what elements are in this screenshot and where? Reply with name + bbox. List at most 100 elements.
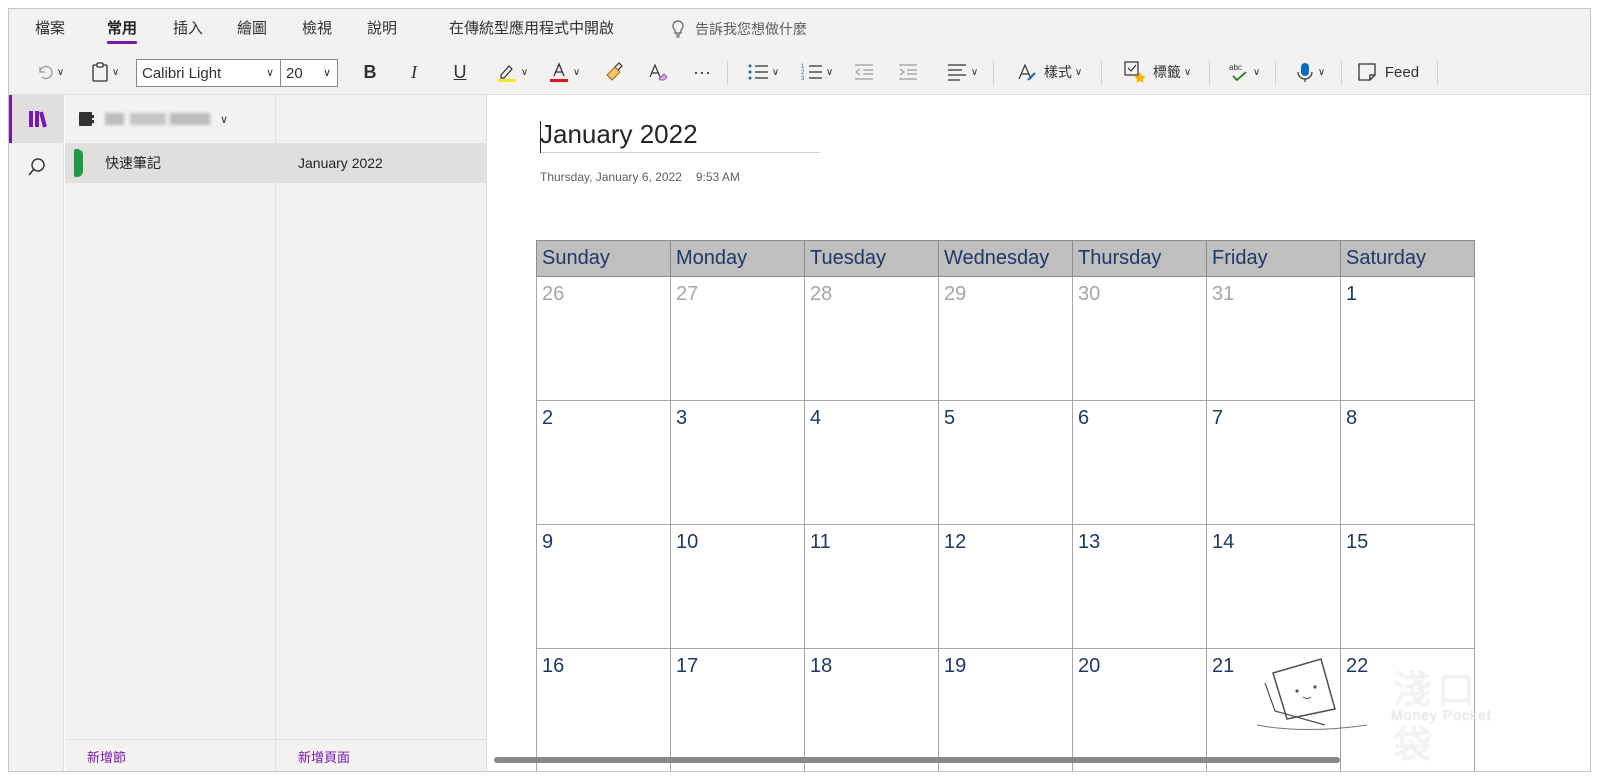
section-item-quick-notes[interactable]: 快速筆記 bbox=[65, 143, 276, 183]
calendar-day-cell[interactable]: 14 bbox=[1206, 524, 1341, 649]
calendar-day-cell[interactable]: 30 bbox=[1072, 276, 1207, 401]
notebook-switcher[interactable]: ∨ bbox=[65, 95, 487, 143]
font-color-button[interactable]: ∨ bbox=[543, 57, 585, 87]
numbering-button[interactable]: 123 ∨ bbox=[795, 57, 839, 87]
alignment-button[interactable]: ∨ bbox=[939, 57, 985, 87]
highlight-button[interactable]: ∨ bbox=[491, 57, 533, 87]
calendar-day-cell[interactable]: 20 bbox=[1072, 648, 1207, 771]
chevron-down-icon: ∨ bbox=[1252, 66, 1261, 78]
svg-text:abc: abc bbox=[1229, 63, 1242, 72]
calendar-day-cell[interactable]: 31 bbox=[1206, 276, 1341, 401]
tab-view[interactable]: 檢視 bbox=[302, 17, 332, 38]
calendar-day-cell[interactable]: 13 bbox=[1072, 524, 1207, 649]
add-page-button[interactable]: 新增頁面 bbox=[276, 739, 486, 771]
notebooks-icon bbox=[29, 111, 47, 128]
more-options-button[interactable]: ··· bbox=[687, 57, 717, 87]
spell-check-icon: abc bbox=[1229, 63, 1247, 82]
font-name-select[interactable]: Calibri Light ∨ bbox=[136, 59, 281, 87]
tags-button[interactable]: 標籤 ∨ bbox=[1113, 57, 1201, 87]
calendar-day-cell[interactable]: 8 bbox=[1340, 400, 1475, 525]
chevron-down-icon: ∨ bbox=[572, 66, 581, 78]
text-cursor bbox=[540, 121, 541, 153]
calendar-day-cell[interactable]: 6 bbox=[1072, 400, 1207, 525]
chevron-down-icon: ∨ bbox=[520, 66, 529, 78]
calendar-day-cell[interactable]: 28 bbox=[804, 276, 939, 401]
decrease-indent-button[interactable] bbox=[849, 57, 879, 87]
chevron-down-icon: ∨ bbox=[1074, 66, 1083, 78]
calendar-day-cell[interactable]: 4 bbox=[804, 400, 939, 525]
tell-me-search[interactable]: 告訴我您想做什麼 bbox=[671, 19, 807, 39]
weekday-header[interactable]: Sunday bbox=[536, 240, 671, 277]
tags-label: 標籤 bbox=[1152, 64, 1181, 80]
weekday-header[interactable]: Monday bbox=[670, 240, 805, 277]
calendar-day-cell[interactable]: 15 bbox=[1340, 524, 1475, 649]
add-section-button[interactable]: 新增節 bbox=[65, 739, 275, 771]
notebook-icon bbox=[79, 112, 94, 126]
calendar-day-cell[interactable]: 3 bbox=[670, 400, 805, 525]
calendar-day-cell[interactable]: 19 bbox=[938, 648, 1073, 771]
toolbar-separator bbox=[1275, 61, 1276, 85]
bold-button[interactable]: B bbox=[355, 57, 385, 87]
horizontal-scrollbar[interactable] bbox=[494, 757, 1340, 763]
calendar-day-cell[interactable]: 5 bbox=[938, 400, 1073, 525]
tab-draw[interactable]: 繪圖 bbox=[237, 17, 267, 38]
chevron-down-icon: ∨ bbox=[265, 67, 274, 79]
chevron-down-icon: ∨ bbox=[825, 66, 834, 78]
page-timestamp: Thursday, January 6, 2022 9:53 AM bbox=[540, 170, 740, 184]
calendar-day-cell[interactable]: 1 bbox=[1340, 276, 1475, 401]
underline-button[interactable]: U bbox=[445, 57, 475, 87]
section-label: 快速筆記 bbox=[105, 155, 161, 171]
weekday-header[interactable]: Tuesday bbox=[804, 240, 939, 277]
increase-indent-button[interactable] bbox=[893, 57, 923, 87]
weekday-header[interactable]: Saturday bbox=[1340, 240, 1475, 277]
styles-button[interactable]: 樣式 ∨ bbox=[1005, 57, 1093, 87]
page-time: 9:53 AM bbox=[695, 170, 740, 184]
page-title[interactable]: January 2022 bbox=[540, 119, 820, 153]
weekday-header[interactable]: Thursday bbox=[1072, 240, 1207, 277]
tab-file[interactable]: 檔案 bbox=[35, 17, 65, 38]
bullets-button[interactable]: ∨ bbox=[741, 57, 785, 87]
notebooks-button[interactable] bbox=[9, 95, 64, 143]
calendar-day-cell[interactable]: 27 bbox=[670, 276, 805, 401]
spelling-button[interactable]: abc ∨ bbox=[1221, 57, 1267, 87]
toolbar-separator bbox=[993, 61, 994, 85]
tab-help[interactable]: 說明 bbox=[367, 17, 397, 38]
clipboard-button[interactable]: ∨ bbox=[83, 57, 127, 87]
page-canvas[interactable]: January 2022 Thursday, January 6, 2022 9… bbox=[488, 95, 1590, 771]
format-painter-button[interactable] bbox=[599, 57, 629, 87]
calendar-day-cell[interactable]: 26 bbox=[536, 276, 671, 401]
tab-insert[interactable]: 插入 bbox=[173, 17, 203, 38]
italic-button[interactable]: I bbox=[399, 57, 429, 87]
toolbar-separator bbox=[1341, 61, 1342, 85]
font-size-select[interactable]: 20 ∨ bbox=[280, 59, 338, 87]
toolbar-separator bbox=[1209, 61, 1210, 85]
search-icon bbox=[27, 158, 45, 176]
tab-home[interactable]: 常用 bbox=[107, 17, 138, 44]
calendar-day-cell[interactable]: 11 bbox=[804, 524, 939, 649]
toolbar-separator bbox=[727, 61, 728, 85]
calendar-day-cell[interactable]: 10 bbox=[670, 524, 805, 649]
feed-button[interactable]: Feed bbox=[1351, 57, 1425, 87]
undo-button[interactable]: ∨ bbox=[29, 57, 71, 87]
search-button[interactable] bbox=[9, 143, 64, 191]
weekday-header[interactable]: Friday bbox=[1206, 240, 1341, 277]
calendar-day-cell[interactable]: 18 bbox=[804, 648, 939, 771]
open-in-desktop-app[interactable]: 在傳統型應用程式中開啟 bbox=[449, 17, 614, 38]
page-item-january-2022[interactable]: January 2022 bbox=[276, 143, 487, 183]
clear-formatting-button[interactable] bbox=[643, 57, 673, 87]
calendar-day-cell[interactable]: 16 bbox=[536, 648, 671, 771]
section-color-tab bbox=[74, 149, 83, 177]
feed-icon bbox=[1358, 63, 1376, 81]
calendar-day-cell[interactable]: 2 bbox=[536, 400, 671, 525]
calendar-day-cell[interactable]: 9 bbox=[536, 524, 671, 649]
font-size-value: 20 bbox=[286, 64, 303, 82]
calendar-week-row: 9 10 11 12 13 14 15 bbox=[536, 524, 1475, 649]
dictate-button[interactable]: ∨ bbox=[1287, 57, 1333, 87]
calendar-day-cell[interactable]: 12 bbox=[938, 524, 1073, 649]
calendar-day-cell[interactable]: 17 bbox=[670, 648, 805, 771]
font-color-icon bbox=[549, 62, 568, 82]
weekday-header[interactable]: Wednesday bbox=[938, 240, 1073, 277]
toolbar-separator bbox=[1101, 61, 1102, 85]
calendar-day-cell[interactable]: 29 bbox=[938, 276, 1073, 401]
calendar-day-cell[interactable]: 7 bbox=[1206, 400, 1341, 525]
